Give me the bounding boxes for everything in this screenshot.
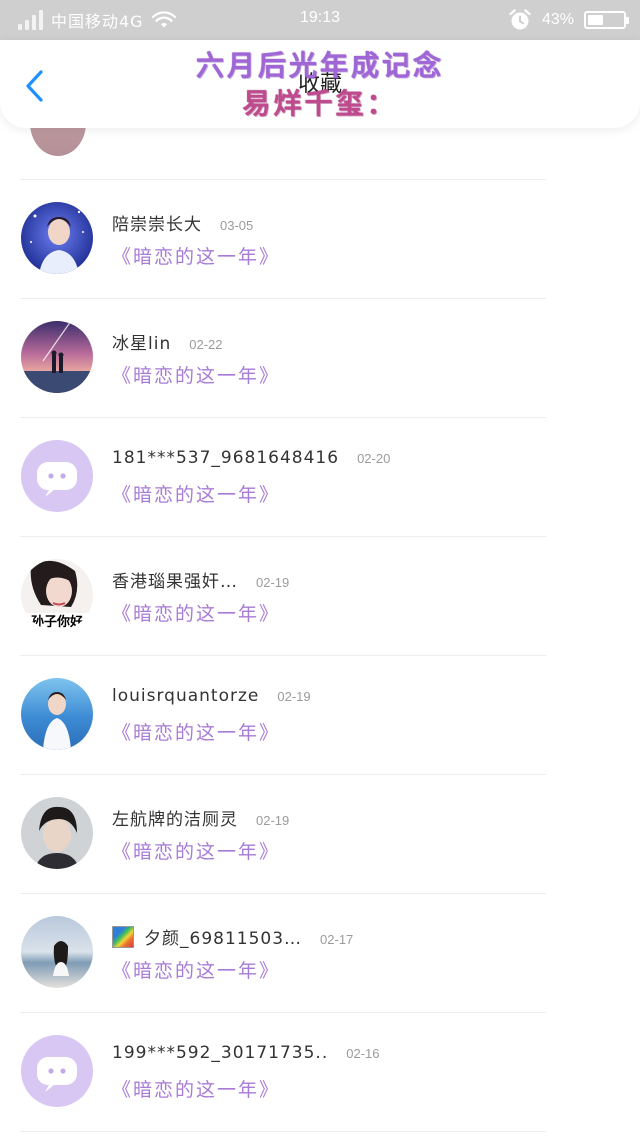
avatar[interactable] <box>21 916 93 988</box>
item-name: 左航牌的洁厕灵 02-19 <box>112 805 289 830</box>
item-date: 02-17 <box>320 932 354 947</box>
item-name: 181***537_9681648416 02-20 <box>112 448 390 468</box>
user-name: 陪崇崇长大 <box>112 215 202 235</box>
item-name: 夕颜_69811503… 02-17 <box>112 924 353 949</box>
user-name: 冰星lin <box>112 334 172 354</box>
work-title-link[interactable]: 《暗恋的这一年》 <box>112 718 280 745</box>
user-name: 199***592_30171735.. <box>112 1043 329 1063</box>
avatar[interactable] <box>21 440 93 512</box>
item-name: louisrquantorze 02-19 <box>112 686 311 706</box>
overlay-text-line2: 易烊千玺： <box>242 87 398 120</box>
work-title-link[interactable]: 《暗恋的这一年》 <box>112 480 280 507</box>
list-item[interactable]: louisrquantorze 02-19 《暗恋的这一年》 <box>0 656 640 775</box>
work-title-link[interactable]: 《暗恋的这一年》 <box>112 242 280 269</box>
user-name: 夕颜_69811503… <box>144 929 303 949</box>
work-title-link[interactable]: 《暗恋的这一年》 <box>112 956 280 983</box>
list-item[interactable]: 左航牌的洁厕灵 02-19 《暗恋的这一年》 <box>0 775 640 894</box>
rainbow-flag-icon <box>112 926 134 948</box>
avatar[interactable] <box>21 1035 93 1107</box>
battery-icon <box>584 11 629 29</box>
work-title-link[interactable]: 《暗恋的这一年》 <box>112 599 280 626</box>
work-title-link[interactable]: 《暗恋的这一年》 <box>112 361 280 388</box>
list-item[interactable]: 陪崇崇长大 03-05 《暗恋的这一年》 <box>0 180 640 299</box>
work-title-link[interactable]: 《暗恋的这一年》 <box>112 837 280 864</box>
favorites-list: 陪崇崇长大 03-05 《暗恋的这一年》 冰星lin 02-22 《暗恋的这一年… <box>0 128 640 1138</box>
item-name: 陪崇崇长大 03-05 <box>112 210 253 235</box>
avatar-partial <box>30 128 86 156</box>
item-date: 02-19 <box>277 689 311 704</box>
work-title-link[interactable]: 《暗恋的这一年》 <box>112 1075 280 1102</box>
battery-fill <box>588 15 603 25</box>
avatar[interactable] <box>21 202 93 274</box>
avatar-caption: 孙子你好 <box>31 614 83 630</box>
list-item[interactable]: 199***592_30171735.. 02-16 《暗恋的这一年》 <box>0 1013 640 1132</box>
status-bar: 中国移动4G 19:13 43% <box>0 0 640 40</box>
list-item[interactable]: 冰星lin 02-22 《暗恋的这一年》 <box>0 299 640 418</box>
status-right: 43% <box>508 7 629 33</box>
item-name: 香港瑙果强奸… 02-19 <box>112 567 289 592</box>
battery-percent: 43% <box>541 11 574 28</box>
chat-bubble-icon <box>21 1035 93 1107</box>
list-item[interactable]: 夕颜_69811503… 02-17 《暗恋的这一年》 <box>0 894 640 1013</box>
item-date: 02-19 <box>256 575 290 590</box>
alarm-clock-icon <box>509 9 531 30</box>
avatar[interactable] <box>21 797 93 869</box>
chat-bubble-icon <box>21 440 93 512</box>
divider <box>20 1131 546 1132</box>
avatar[interactable]: 孙子你好 <box>21 559 93 631</box>
avatar[interactable] <box>21 321 93 393</box>
list-item[interactable]: 181***537_9681648416 02-20 《暗恋的这一年》 <box>0 418 640 537</box>
user-name: 181***537_9681648416 <box>112 448 340 468</box>
item-date: 02-16 <box>346 1046 380 1061</box>
item-date: 02-22 <box>189 337 223 352</box>
list-item[interactable]: 孙子你好 香港瑙果强奸… 02-19 《暗恋的这一年》 <box>0 537 640 656</box>
avatar[interactable] <box>21 678 93 750</box>
item-name: 199***592_30171735.. 02-16 <box>112 1043 379 1063</box>
item-name: 冰星lin 02-22 <box>112 329 222 354</box>
item-date: 02-20 <box>357 451 391 466</box>
overlay-text-line1: 六月后光年成记念 <box>195 49 444 82</box>
user-name: louisrquantorze <box>112 686 260 706</box>
item-date: 03-05 <box>220 218 254 233</box>
user-name: 左航牌的洁厕灵 <box>112 810 238 830</box>
user-name: 香港瑙果强奸… <box>112 572 238 592</box>
item-date: 02-19 <box>256 813 290 828</box>
nav-header: 收藏 六月后光年成记念 易烊千玺： <box>0 40 640 128</box>
